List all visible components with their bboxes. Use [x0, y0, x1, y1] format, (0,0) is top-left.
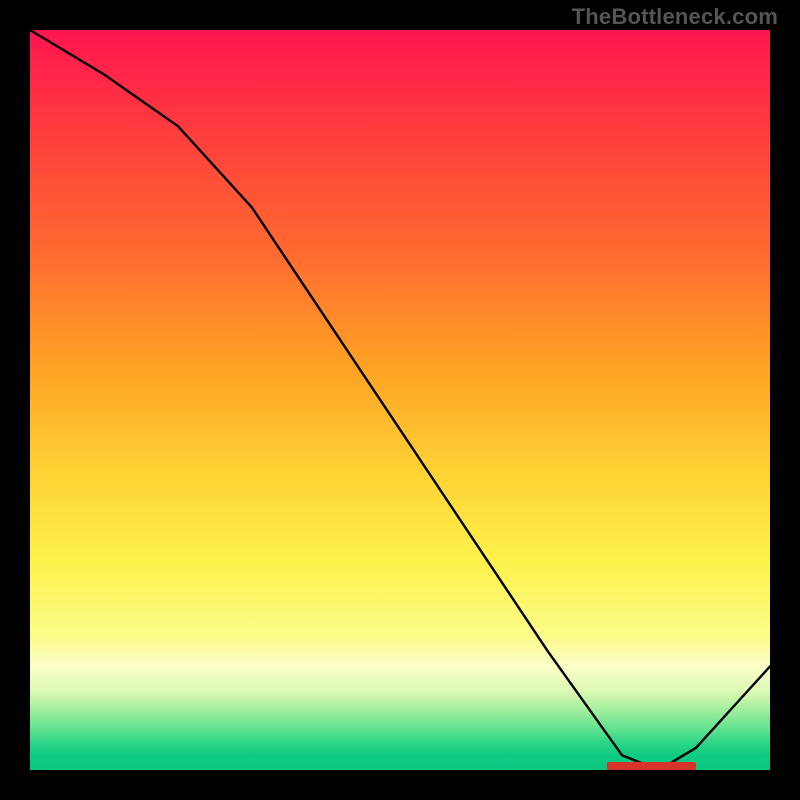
chart-frame: TheBottleneck.com — [0, 0, 800, 800]
watermark-text: TheBottleneck.com — [572, 4, 778, 30]
plot-area — [30, 30, 770, 770]
plot-svg — [30, 30, 770, 770]
bottleneck-curve — [30, 30, 770, 770]
optimal-marker — [607, 762, 696, 770]
